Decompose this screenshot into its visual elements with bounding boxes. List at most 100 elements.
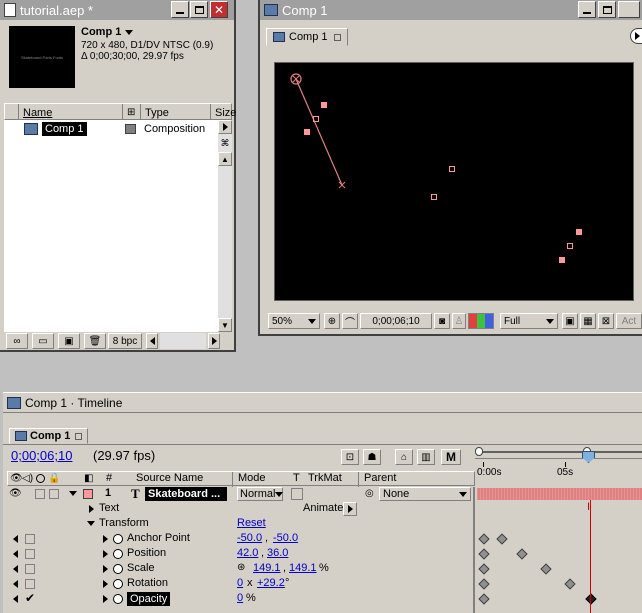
layer-handle[interactable] <box>559 257 565 263</box>
comp-tab[interactable]: Comp 1 <box>266 28 348 46</box>
stopwatch-icon[interactable] <box>113 564 123 574</box>
tab-close-icon[interactable] <box>75 432 83 440</box>
trkmat-box[interactable] <box>291 488 303 500</box>
stopwatch-icon[interactable] <box>113 534 123 544</box>
property-value-y[interactable]: +29.2 <box>257 577 285 589</box>
audio-icon[interactable]: ◁) <box>22 473 33 484</box>
transform-group-row[interactable]: Transform Reset <box>7 517 642 532</box>
shy-layers-button[interactable]: ☗ <box>363 449 381 465</box>
shy-checkbox[interactable] <box>49 489 59 499</box>
current-time-indicator-head[interactable] <box>582 451 595 463</box>
column-t[interactable]: T <box>293 472 300 484</box>
snapshot-button[interactable]: ◙ <box>434 313 450 329</box>
project-hscrollbar-track[interactable] <box>160 333 206 349</box>
column-mode[interactable]: Mode <box>238 472 266 484</box>
keyframe-checkbox[interactable] <box>25 534 35 544</box>
layer-expand-icon[interactable] <box>69 491 77 496</box>
column-source-name[interactable]: Source Name <box>136 472 203 484</box>
scroll-up-arrow[interactable]: ▲ <box>218 152 232 166</box>
keyframe-checkbox[interactable] <box>25 564 35 574</box>
hscroll-right-arrow[interactable] <box>208 333 220 349</box>
hscroll-left-arrow[interactable] <box>146 333 158 349</box>
show-snapshot-button[interactable]: ♙ <box>452 313 466 329</box>
navigator-start-handle[interactable] <box>475 447 483 456</box>
comp-viewer[interactable] <box>274 62 634 301</box>
current-time-display[interactable]: 0;00;06;10 <box>360 313 432 329</box>
layer-mode-dropdown[interactable]: Normal <box>237 487 284 501</box>
lock-icon[interactable]: 🔒 <box>48 473 60 484</box>
maximize-button[interactable] <box>190 1 208 18</box>
stopwatch-icon[interactable] <box>113 579 123 589</box>
minimize-button[interactable] <box>171 1 189 18</box>
column-trkmat[interactable]: TrkMat <box>308 472 342 484</box>
motion-blur-button[interactable]: ▥ <box>417 449 435 465</box>
layer-name[interactable]: Skateboard ... <box>145 487 227 501</box>
property-row-position[interactable]: Position 42.0 , 36.0 <box>7 547 642 562</box>
layer-handle[interactable] <box>449 166 455 172</box>
property-expand-icon[interactable] <box>103 550 108 558</box>
project-item-name[interactable]: Comp 1 <box>42 122 87 136</box>
new-folder-button[interactable]: ▭ <box>32 333 54 349</box>
property-value-y[interactable]: 36.0 <box>267 547 288 559</box>
mask-button[interactable]: ⌒ <box>342 313 358 329</box>
layer-handle[interactable] <box>304 129 310 135</box>
prev-keyframe-icon[interactable] <box>13 535 18 543</box>
layer-duration-bar[interactable] <box>477 488 642 500</box>
prev-keyframe-icon[interactable] <box>13 595 18 603</box>
animate-button[interactable] <box>343 502 357 516</box>
property-value-x[interactable]: 149.1 <box>253 562 281 574</box>
project-vscrollbar[interactable]: ⌘ ▲ ▼ <box>218 120 232 332</box>
property-value-x[interactable]: 0 <box>237 592 243 604</box>
pixel-aspect-button[interactable]: ⊠ <box>598 313 614 329</box>
property-expand-icon[interactable] <box>103 535 108 543</box>
delete-button[interactable]: 🗑 <box>84 333 106 349</box>
column-flow-icon[interactable]: ⊞ <box>123 104 141 121</box>
graph-editor-button[interactable]: M <box>441 449 461 465</box>
comp-nav-button[interactable] <box>630 28 642 44</box>
solo-icon[interactable] <box>36 474 45 483</box>
flowchart-button[interactable]: ⌘ <box>218 136 232 150</box>
scroll-right-arrow[interactable] <box>218 120 232 134</box>
comp-marker-button[interactable]: ⊡ <box>341 449 359 465</box>
layer-row[interactable]: 👁 1 T Skateboard ... Normal ◎ None <box>7 486 642 502</box>
rgb-channels-button[interactable] <box>468 313 494 329</box>
property-row-anchor-point[interactable]: Anchor Point -50.0 , -50.0 <box>7 532 642 547</box>
layer-handle[interactable] <box>313 116 319 122</box>
keyframe-check-icon[interactable]: ✔ <box>25 591 35 605</box>
current-time[interactable]: 0;00;06;10 <box>11 448 72 463</box>
zoom-dropdown[interactable]: 50% <box>268 313 320 329</box>
bpc-button[interactable]: 8 bpc <box>108 333 142 349</box>
prev-keyframe-icon[interactable] <box>13 580 18 588</box>
resolution-dropdown[interactable]: Full <box>500 313 558 329</box>
layer-handle[interactable] <box>576 229 582 235</box>
prev-keyframe-icon[interactable] <box>13 550 18 558</box>
timeline-tab[interactable]: Comp 1 <box>9 428 89 444</box>
property-value-x[interactable]: 42.0 <box>237 547 258 559</box>
project-item-comp1[interactable]: Comp 1 Composition <box>4 122 218 137</box>
stopwatch-icon[interactable] <box>113 549 123 559</box>
transparency-grid-button[interactable]: ▦ <box>580 313 596 329</box>
column-name[interactable]: Name <box>19 104 123 121</box>
comp-close-button[interactable] <box>618 1 640 18</box>
transform-expand-icon[interactable] <box>87 521 95 526</box>
property-expand-icon[interactable] <box>103 595 108 603</box>
layer-handle[interactable] <box>321 102 327 108</box>
time-navigator[interactable] <box>475 446 642 458</box>
label-icon[interactable]: ◧ <box>84 473 93 484</box>
stopwatch-icon[interactable] <box>113 594 123 604</box>
find-button[interactable]: ∞ <box>6 333 28 349</box>
close-button[interactable]: ✕ <box>210 1 228 18</box>
label-swatch[interactable] <box>125 124 136 134</box>
column-size[interactable]: Size <box>211 104 236 121</box>
keyframe-checkbox[interactable] <box>25 579 35 589</box>
property-expand-icon[interactable] <box>103 580 108 588</box>
tab-close-icon[interactable] <box>333 33 341 41</box>
property-value-x[interactable]: -50.0 <box>237 532 262 544</box>
scroll-down-arrow[interactable]: ▼ <box>218 318 232 332</box>
column-type[interactable]: Type <box>141 104 211 121</box>
comp-dropdown-icon[interactable] <box>125 29 134 35</box>
column-parent[interactable]: Parent <box>364 472 396 484</box>
property-expand-icon[interactable] <box>103 565 108 573</box>
constrain-proportions-icon[interactable]: ⊛ <box>237 562 245 573</box>
layer-handle[interactable] <box>567 243 573 249</box>
